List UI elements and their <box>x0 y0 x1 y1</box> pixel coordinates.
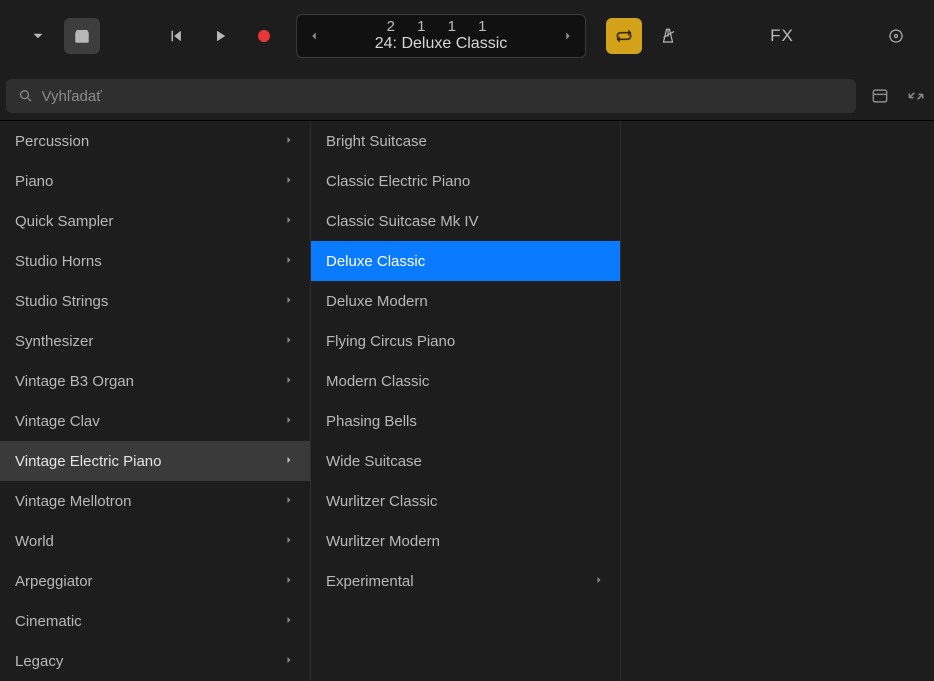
list-item-label: Studio Horns <box>15 253 102 270</box>
search-icon <box>18 88 34 104</box>
list-item-label: Vintage Mellotron <box>15 493 131 510</box>
list-item-label: Legacy <box>15 653 63 670</box>
list-item[interactable]: Cinematic <box>0 601 310 641</box>
lcd-counter: 2 1 1 1 <box>375 18 508 35</box>
list-item[interactable]: Classic Suitcase Mk IV <box>311 201 620 241</box>
list-item[interactable]: Arpeggiator <box>0 561 310 601</box>
list-item[interactable]: Vintage Mellotron <box>0 481 310 521</box>
chevron-right-icon <box>283 613 295 630</box>
list-item-label: Vintage B3 Organ <box>15 373 134 390</box>
list-item[interactable]: Piano <box>0 161 310 201</box>
list-item-label: Deluxe Classic <box>326 253 425 270</box>
lcd-title: 24: Deluxe Classic <box>375 35 508 53</box>
list-item-label: Classic Electric Piano <box>326 173 470 190</box>
list-item[interactable]: Deluxe Modern <box>311 281 620 321</box>
search-row <box>0 72 934 120</box>
list-item-label: Flying Circus Piano <box>326 333 455 350</box>
metronome-button[interactable] <box>650 18 686 54</box>
chevron-right-icon <box>593 573 605 590</box>
preset-column: Bright Suitcase Classic Electric Piano Cla… <box>310 121 620 681</box>
list-item-label: Vintage Clav <box>15 413 100 430</box>
list-item[interactable]: Modern Classic <box>311 361 620 401</box>
window-toggle-button[interactable] <box>868 84 892 108</box>
list-item-label: Deluxe Modern <box>326 293 428 310</box>
chevron-right-icon <box>283 373 295 390</box>
list-item-label: Wurlitzer Modern <box>326 533 440 550</box>
chevron-right-icon <box>283 453 295 470</box>
record-button[interactable] <box>246 18 282 54</box>
list-item[interactable]: World <box>0 521 310 561</box>
chevron-right-icon <box>283 173 295 190</box>
collapse-button[interactable] <box>904 84 928 108</box>
list-item-label: Bright Suitcase <box>326 133 427 150</box>
list-item[interactable]: Synthesizer <box>0 321 310 361</box>
list-item-label: Modern Classic <box>326 373 429 390</box>
chevron-right-icon <box>283 573 295 590</box>
rewind-button[interactable] <box>158 18 194 54</box>
list-item-label: World <box>15 533 54 550</box>
list-item[interactable]: Experimental <box>311 561 620 601</box>
play-button[interactable] <box>202 18 238 54</box>
toolbar: 2 1 1 1 24: Deluxe Classic FX <box>0 0 934 72</box>
list-item[interactable]: Vintage B3 Organ <box>0 361 310 401</box>
list-item[interactable]: Vintage Clav <box>0 401 310 441</box>
chevron-right-icon <box>283 293 295 310</box>
lcd-next-button[interactable] <box>561 29 575 43</box>
library-button[interactable] <box>64 18 100 54</box>
list-item[interactable]: Flying Circus Piano <box>311 321 620 361</box>
lcd-display: 2 1 1 1 24: Deluxe Classic <box>296 14 586 58</box>
chevron-right-icon <box>283 133 295 150</box>
chevron-right-icon <box>283 533 295 550</box>
list-item[interactable]: Deluxe Classic <box>311 241 620 281</box>
list-item-label: Experimental <box>326 573 414 590</box>
lcd-prev-button[interactable] <box>307 29 321 43</box>
disclosure-button[interactable] <box>20 18 56 54</box>
chevron-right-icon <box>283 253 295 270</box>
list-item-label: Classic Suitcase Mk IV <box>326 213 479 230</box>
list-item-label: Piano <box>15 173 53 190</box>
detail-column <box>620 121 934 681</box>
list-item-label: Percussion <box>15 133 89 150</box>
list-item-label: Wurlitzer Classic <box>326 493 437 510</box>
list-item[interactable]: Legacy <box>0 641 310 681</box>
lcd-center[interactable]: 2 1 1 1 24: Deluxe Classic <box>375 18 508 54</box>
fx-button[interactable]: FX <box>770 26 794 46</box>
chevron-right-icon <box>283 413 295 430</box>
list-item-label: Phasing Bells <box>326 413 417 430</box>
list-item-label: Wide Suitcase <box>326 453 422 470</box>
list-item[interactable]: Vintage Electric Piano <box>0 441 310 481</box>
list-item[interactable]: Quick Sampler <box>0 201 310 241</box>
category-column: Percussion Piano Quick Sampler Studio Horns… <box>0 121 310 681</box>
list-item[interactable]: Phasing Bells <box>311 401 620 441</box>
chevron-right-icon <box>283 213 295 230</box>
list-item[interactable]: Wurlitzer Classic <box>311 481 620 521</box>
settings-gear-button[interactable] <box>878 18 914 54</box>
list-item-label: Studio Strings <box>15 293 108 310</box>
list-item[interactable]: Percussion <box>0 121 310 161</box>
list-item-label: Cinematic <box>15 613 82 630</box>
list-item[interactable]: Studio Horns <box>0 241 310 281</box>
cycle-button[interactable] <box>606 18 642 54</box>
list-item-label: Vintage Electric Piano <box>15 453 161 470</box>
list-item[interactable]: Wide Suitcase <box>311 441 620 481</box>
list-item[interactable]: Studio Strings <box>0 281 310 321</box>
list-item[interactable]: Wurlitzer Modern <box>311 521 620 561</box>
list-item-label: Synthesizer <box>15 333 93 350</box>
browser-columns: Percussion Piano Quick Sampler Studio Horns… <box>0 120 934 681</box>
search-input[interactable] <box>42 88 844 105</box>
chevron-right-icon <box>283 333 295 350</box>
search-box[interactable] <box>6 79 856 113</box>
chevron-right-icon <box>283 493 295 510</box>
list-item[interactable]: Bright Suitcase <box>311 121 620 161</box>
chevron-right-icon <box>283 653 295 670</box>
list-item-label: Arpeggiator <box>15 573 93 590</box>
list-item-label: Quick Sampler <box>15 213 113 230</box>
list-item[interactable]: Classic Electric Piano <box>311 161 620 201</box>
